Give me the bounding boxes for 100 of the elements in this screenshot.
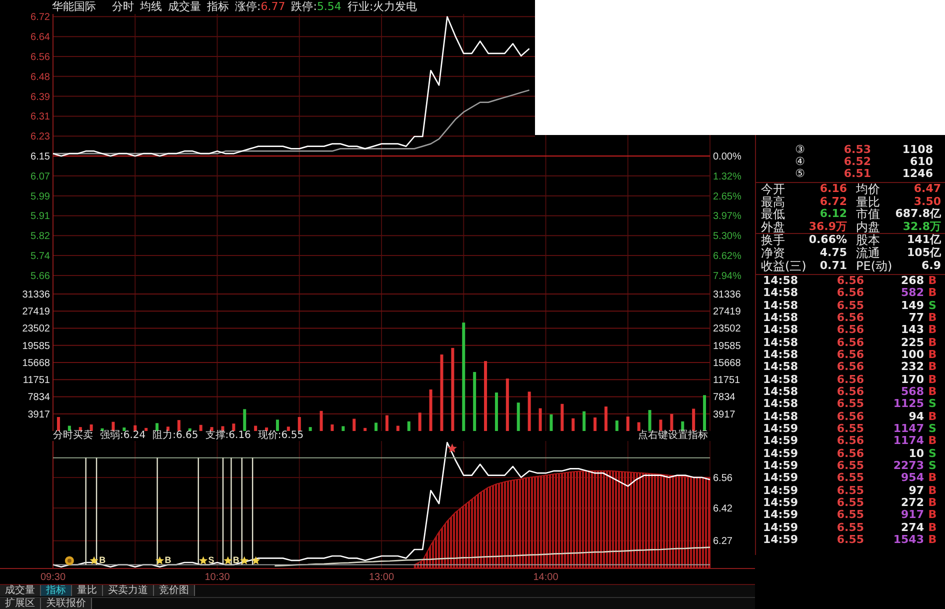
order-price: 6.51	[842, 168, 871, 180]
stat-value: 687.8亿	[895, 208, 941, 221]
trade-volume: 225	[900, 336, 924, 350]
axis-label: 6.48	[30, 72, 50, 83]
stat-value: 32.8万	[902, 220, 941, 234]
trade-price: 6.56	[836, 324, 864, 337]
axis-label: 19585	[713, 340, 741, 352]
chart-view-toggle[interactable]: 均线	[140, 0, 162, 14]
order-volume: 1108	[901, 144, 933, 156]
trade-time: 14:58	[763, 349, 800, 362]
chart-view-toggle[interactable]: 指标	[207, 0, 229, 14]
order-volume: 1246	[901, 168, 933, 180]
order-price: 6.52	[842, 156, 871, 168]
trade-time: 14:58	[763, 275, 800, 288]
view-tab[interactable]: 买卖力道	[103, 585, 154, 596]
trade-time: 14:58	[763, 361, 800, 374]
trade-time: 14:58	[763, 398, 800, 411]
trade-side: B	[927, 534, 938, 546]
trade-price: 6.56	[836, 336, 864, 350]
axis-label: 6.62%	[713, 251, 742, 262]
trade-side: B	[927, 324, 938, 337]
trade-price: 6.56	[836, 386, 864, 398]
star-icon	[155, 556, 164, 564]
axis-label: 6.39	[30, 92, 50, 103]
trade-price: 6.55	[836, 522, 864, 534]
axis-label: 2.65%	[713, 191, 742, 202]
indicator-reading: 阻力:6.65	[152, 431, 198, 441]
trade-price: 6.55	[836, 423, 864, 436]
trade-volume: 232	[900, 361, 924, 374]
chart-view-toggle[interactable]: 分时	[112, 0, 134, 14]
view-tab[interactable]: 量比	[72, 585, 103, 596]
stat-value: 6.9	[922, 260, 941, 272]
trade-side: B	[927, 497, 938, 510]
stat-label: 内盘	[856, 220, 880, 234]
view-tab[interactable]: 成交量	[0, 585, 41, 596]
trade-side: S	[928, 300, 938, 312]
view-tab[interactable]: 关联报价	[41, 598, 92, 609]
price-limit: 跌停:5.54	[291, 0, 342, 14]
star-icon	[199, 556, 208, 564]
chart-view-toggle[interactable]: 成交量	[168, 0, 201, 14]
trade-price: 6.56	[836, 361, 864, 374]
trade-side: S	[928, 448, 938, 460]
axis-label: 3.97%	[713, 211, 742, 222]
trade-time: 14:59	[763, 423, 800, 436]
trade-price: 6.55	[836, 398, 864, 411]
axis-label: 11751	[22, 375, 50, 386]
indicator-hint: 点右键设置指标	[638, 431, 708, 441]
stat-label: 今开	[761, 183, 785, 196]
stat-value: 4.75	[820, 246, 847, 260]
trade-price: 6.55	[836, 472, 864, 485]
trade-side: B	[927, 410, 938, 424]
trade-volume: 1147	[892, 423, 924, 436]
stat-value: 141亿	[907, 234, 941, 247]
trade-price: 6.55	[836, 509, 864, 522]
trade-price: 6.56	[836, 312, 864, 324]
indicator-reading: 强弱:6.24	[100, 431, 146, 441]
axis-label: 6.64	[30, 32, 50, 44]
trade-time: 14:59	[763, 509, 800, 522]
order-level: ⑤	[794, 168, 806, 180]
axis-label: 15668	[22, 358, 50, 369]
trade-side: B	[927, 361, 938, 374]
trade-volume: 100	[900, 349, 924, 362]
trade-volume: 77	[908, 312, 924, 324]
indicator-reading: 支撑:6.16	[205, 431, 251, 441]
axis-label: 6.31	[30, 112, 50, 123]
trade-price: 6.55	[836, 460, 864, 472]
trade-volume: 2273	[892, 460, 924, 472]
trade-time: 14:59	[763, 484, 800, 498]
time-label: 14:00	[533, 572, 558, 583]
view-tab[interactable]: 指标	[41, 585, 72, 596]
stat-value: 6.47	[914, 183, 941, 196]
trade-time: 14:59	[763, 460, 800, 472]
signal-label: B	[164, 555, 172, 566]
trade-volume: 1125	[892, 398, 924, 411]
axis-label: 6.15	[30, 152, 50, 163]
trade-side: B	[927, 435, 938, 448]
order-volume: 610	[909, 156, 933, 168]
stat-label: 最低	[761, 208, 785, 221]
stat-label: 流通	[856, 246, 880, 260]
stat-value: 6.12	[820, 208, 847, 221]
industry-label: 行业:火力发电	[347, 0, 418, 14]
axis-label: 6.23	[30, 132, 50, 143]
view-tab[interactable]: 竞价图	[154, 585, 195, 596]
axis-label: 15668	[713, 358, 741, 369]
trade-volume: 1543	[892, 534, 924, 546]
trade-price: 6.56	[836, 435, 864, 448]
indicator-reading: 现价:6.55	[258, 431, 304, 441]
stat-value: 0.66%	[808, 234, 847, 247]
trade-price: 6.55	[836, 534, 864, 546]
trade-volume: 10	[908, 448, 924, 460]
trade-price: 6.56	[836, 448, 864, 460]
trade-volume: 97	[908, 484, 924, 498]
price-limit: 涨停:6.77	[235, 0, 286, 14]
trade-time: 14:58	[763, 324, 800, 337]
trade-price: 6.55	[836, 300, 864, 312]
view-tab[interactable]: 扩展区	[0, 598, 41, 609]
trade-price: 6.56	[836, 410, 864, 424]
trade-price: 6.56	[836, 287, 864, 300]
stat-value: 6.72	[820, 196, 847, 208]
trade-time: 14:58	[763, 374, 800, 386]
